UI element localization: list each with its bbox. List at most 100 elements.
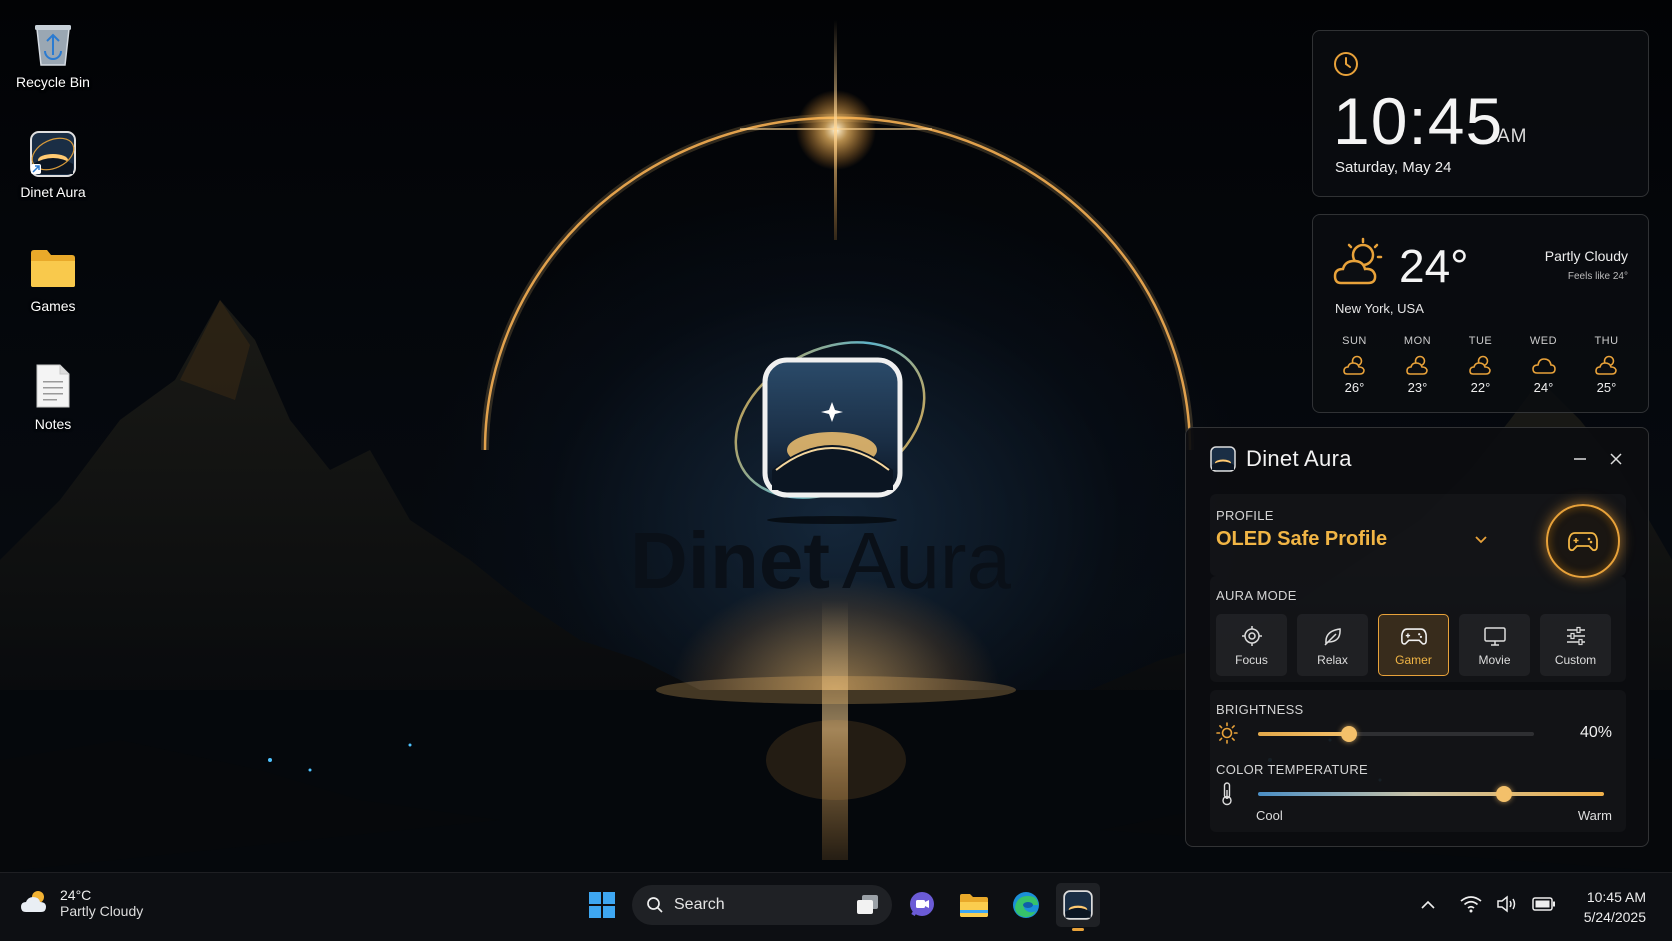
forecast-day: MON 23° bbox=[1386, 335, 1449, 395]
forecast-day: THU 25° bbox=[1575, 335, 1638, 395]
taskbar-edge-browser[interactable] bbox=[1004, 883, 1048, 927]
aura-mode-options: Focus Relax Gamer Movie Custom bbox=[1216, 614, 1611, 676]
dinet-aura-app-icon bbox=[29, 130, 77, 178]
chevron-up-icon[interactable] bbox=[1420, 898, 1436, 916]
sun-icon bbox=[1216, 722, 1238, 749]
mode-gamer-button[interactable]: Gamer bbox=[1378, 614, 1449, 676]
thermometer-icon bbox=[1220, 782, 1234, 811]
mode-custom-button[interactable]: Custom bbox=[1540, 614, 1611, 676]
mode-label: Movie bbox=[1478, 652, 1511, 667]
cloudy-icon bbox=[1512, 352, 1575, 378]
partly-cloudy-icon bbox=[1323, 352, 1386, 378]
weather-widget[interactable]: 24° Partly Cloudy Feels like 24° New Yor… bbox=[1312, 214, 1649, 413]
edge-icon bbox=[1013, 892, 1039, 918]
brightness-slider-fill bbox=[1258, 732, 1349, 736]
dinet-aura-logo-icon bbox=[1210, 446, 1236, 472]
recycle-bin-icon bbox=[29, 20, 77, 68]
clock-widget[interactable]: 10:45 AM Saturday, May 24 bbox=[1312, 30, 1649, 197]
chevron-down-icon[interactable] bbox=[1474, 532, 1488, 550]
desktop-icon-label: Dinet Aura bbox=[20, 184, 86, 200]
profile-section: PROFILE OLED Safe Profile bbox=[1210, 494, 1626, 578]
windows-icon bbox=[589, 892, 615, 918]
color-temperature-slider-track[interactable] bbox=[1258, 792, 1604, 796]
forecast-temp: 22° bbox=[1470, 380, 1491, 395]
desktop-icon-dinet-aura[interactable]: Dinet Aura bbox=[8, 130, 98, 200]
desktop-icon-label: Games bbox=[30, 298, 76, 314]
mode-label: Relax bbox=[1317, 652, 1348, 667]
weather-forecast: SUN 26° MON 23° TUE 22° WED 24° THU 25° bbox=[1323, 335, 1638, 395]
panel-header: Dinet Aura bbox=[1210, 442, 1634, 476]
taskbar-clock-time: 10:45 AM bbox=[1586, 889, 1646, 905]
taskbar-clock[interactable]: 10:45 AM 5/24/2025 bbox=[1584, 887, 1646, 927]
forecast-temp: 24° bbox=[1533, 380, 1554, 395]
dinet-aura-panel: Dinet Aura PROFILE OLED Safe Profile AUR… bbox=[1185, 427, 1649, 847]
mode-label: Gamer bbox=[1395, 652, 1432, 667]
task-view-icon bbox=[857, 895, 878, 914]
dinet-aura-app-icon bbox=[1063, 890, 1093, 920]
display-sliders-section: BRIGHTNESS 40% COLOR TEMPERATURE Cool Wa… bbox=[1210, 690, 1626, 832]
monitor-icon bbox=[1483, 624, 1506, 648]
mode-movie-button[interactable]: Movie bbox=[1459, 614, 1530, 676]
color-temperature-label: COLOR TEMPERATURE bbox=[1216, 762, 1368, 777]
profile-label: PROFILE bbox=[1216, 508, 1274, 523]
search-label: Search bbox=[674, 896, 725, 913]
weather-feels-like: Feels like 24° bbox=[1567, 271, 1628, 282]
wifi-icon[interactable] bbox=[1460, 895, 1482, 918]
minimize-button[interactable] bbox=[1562, 444, 1598, 474]
forecast-day-name: SUN bbox=[1342, 335, 1367, 347]
taskbar-apps: Search bbox=[580, 883, 1100, 931]
taskbar-chat-app[interactable] bbox=[900, 883, 944, 927]
color-temperature-max-label: Warm bbox=[1577, 808, 1612, 823]
target-icon bbox=[1241, 624, 1263, 648]
weather-condition: Partly Cloudy bbox=[1544, 248, 1628, 264]
mode-focus-button[interactable]: Focus bbox=[1216, 614, 1287, 676]
wallpaper-brand-word1: Dinet bbox=[630, 516, 830, 605]
forecast-day-name: WED bbox=[1529, 335, 1558, 347]
partly-cloudy-icon bbox=[1449, 352, 1512, 378]
minimize-icon bbox=[1574, 458, 1586, 460]
clock-icon bbox=[1333, 51, 1359, 82]
brightness-slider-thumb[interactable] bbox=[1341, 726, 1357, 742]
forecast-day: WED 24° bbox=[1512, 335, 1575, 395]
desktop-icon-recycle-bin[interactable]: Recycle Bin bbox=[8, 20, 98, 90]
folder-icon bbox=[29, 244, 77, 292]
chat-icon bbox=[910, 892, 934, 917]
taskbar-weather[interactable]: 24°C Partly Cloudy bbox=[20, 887, 143, 919]
forecast-day-name: MON bbox=[1403, 335, 1432, 347]
forecast-temp: 25° bbox=[1596, 380, 1617, 395]
volume-icon[interactable] bbox=[1496, 895, 1518, 918]
taskbar-file-explorer[interactable] bbox=[952, 883, 996, 927]
partly-cloudy-icon bbox=[1386, 352, 1449, 378]
desktop-icon-label: Notes bbox=[34, 416, 72, 432]
taskbar-weather-condition: Partly Cloudy bbox=[60, 903, 144, 919]
profile-gamepad-button[interactable] bbox=[1546, 504, 1620, 578]
brightness-value: 40% bbox=[1579, 724, 1612, 741]
aura-mode-label: AURA MODE bbox=[1216, 588, 1297, 603]
desktop-icon-games[interactable]: Games bbox=[8, 244, 98, 314]
color-temperature-min-label: Cool bbox=[1256, 808, 1283, 823]
mode-label: Custom bbox=[1554, 652, 1597, 667]
taskbar-weather-temp: 24°C bbox=[60, 887, 92, 903]
desktop-icon-label: Recycle Bin bbox=[16, 74, 90, 90]
gamepad-icon bbox=[1400, 624, 1427, 648]
partly-cloudy-icon bbox=[1575, 352, 1638, 378]
taskbar-clock-date: 5/24/2025 bbox=[1583, 909, 1646, 925]
clock-ampm: AM bbox=[1497, 126, 1528, 147]
taskbar-dinet-aura-app[interactable] bbox=[1056, 883, 1100, 931]
forecast-temp: 23° bbox=[1407, 380, 1428, 395]
battery-icon[interactable] bbox=[1532, 897, 1556, 916]
leaf-icon bbox=[1322, 624, 1344, 648]
profile-select[interactable]: OLED Safe Profile bbox=[1216, 528, 1387, 551]
start-button[interactable] bbox=[580, 883, 624, 927]
wallpaper-brand-word2: Aura bbox=[842, 516, 1011, 605]
taskbar-search[interactable]: Search bbox=[632, 885, 892, 925]
gamepad-icon bbox=[1568, 532, 1598, 552]
mode-relax-button[interactable]: Relax bbox=[1297, 614, 1368, 676]
brightness-label: BRIGHTNESS bbox=[1216, 702, 1304, 717]
desktop-icon-notes[interactable]: Notes bbox=[8, 362, 98, 432]
color-temperature-slider-thumb[interactable] bbox=[1496, 786, 1512, 802]
forecast-temp: 26° bbox=[1344, 380, 1365, 395]
close-button[interactable] bbox=[1598, 444, 1634, 474]
close-icon bbox=[1610, 453, 1622, 465]
wallpaper-logo bbox=[734, 341, 926, 524]
